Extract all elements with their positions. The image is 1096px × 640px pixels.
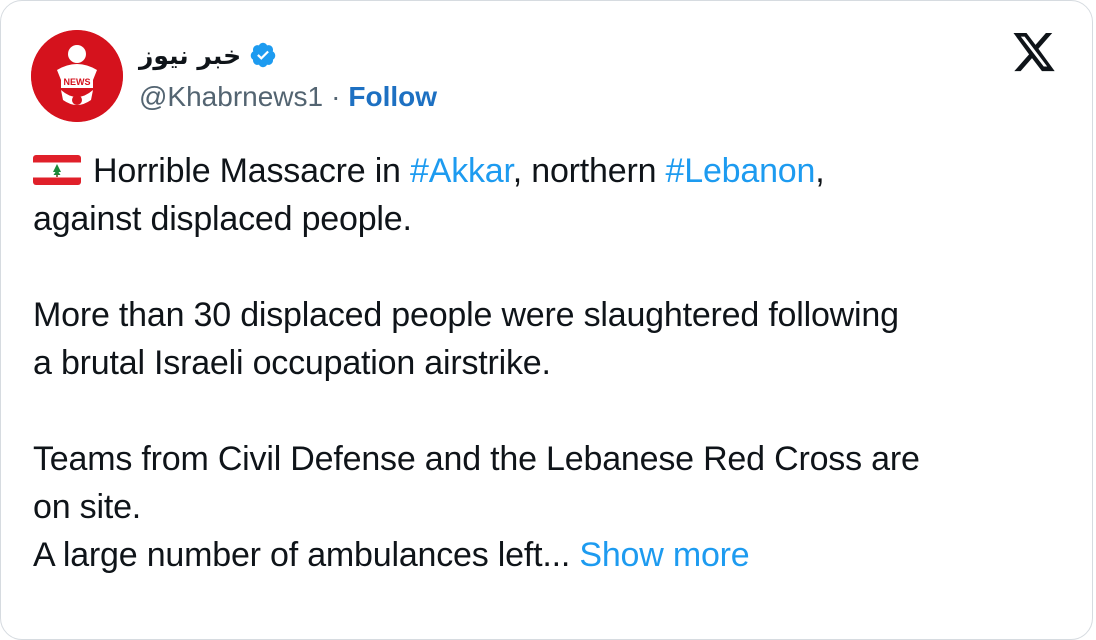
lebanon-flag-icon: [33, 155, 81, 185]
avatar-badge-text: NEWS: [64, 77, 91, 87]
handle-row: @Khabrnews1 · Follow: [139, 81, 437, 113]
paragraph-3: Teams from Civil Defense and the Lebanes…: [33, 435, 1073, 579]
separator: ·: [331, 81, 341, 112]
tweet-card[interactable]: NEWS خبر نيوز @Khabrnews1 · Follow Horri…: [0, 0, 1093, 640]
body-text: A large number of ambulances left...: [33, 536, 571, 574]
paragraph-1: Horrible Massacre in #Akkar, northern #L…: [33, 147, 1073, 243]
body-text: Teams from Civil Defense and the Lebanes…: [33, 440, 920, 478]
body-text: against displaced people.: [33, 200, 412, 238]
hashtag-akkar[interactable]: #Akkar: [410, 152, 513, 190]
verified-badge-icon: [249, 41, 277, 69]
paragraph-2: More than 30 displaced people were slaug…: [33, 291, 1073, 387]
avatar[interactable]: NEWS: [31, 30, 123, 122]
show-more-link[interactable]: Show more: [579, 536, 749, 574]
handle[interactable]: @Khabrnews1: [139, 81, 323, 113]
tweet-text: Horrible Massacre in #Akkar, northern #L…: [33, 147, 1073, 579]
display-name[interactable]: خبر نيوز: [139, 41, 241, 70]
body-text: on site.: [33, 488, 142, 526]
follow-button[interactable]: Follow: [348, 81, 437, 113]
body-text: Horrible Massacre in: [93, 152, 411, 190]
body-text: , northern: [512, 152, 666, 190]
body-text: a brutal Israeli occupation airstrike.: [33, 344, 551, 382]
x-logo-icon[interactable]: [1011, 33, 1061, 73]
body-text: More than 30 displaced people were slaug…: [33, 296, 899, 334]
hashtag-lebanon[interactable]: #Lebanon: [666, 152, 816, 190]
display-name-row: خبر نيوز: [139, 35, 277, 75]
body-text: ,: [815, 152, 825, 190]
